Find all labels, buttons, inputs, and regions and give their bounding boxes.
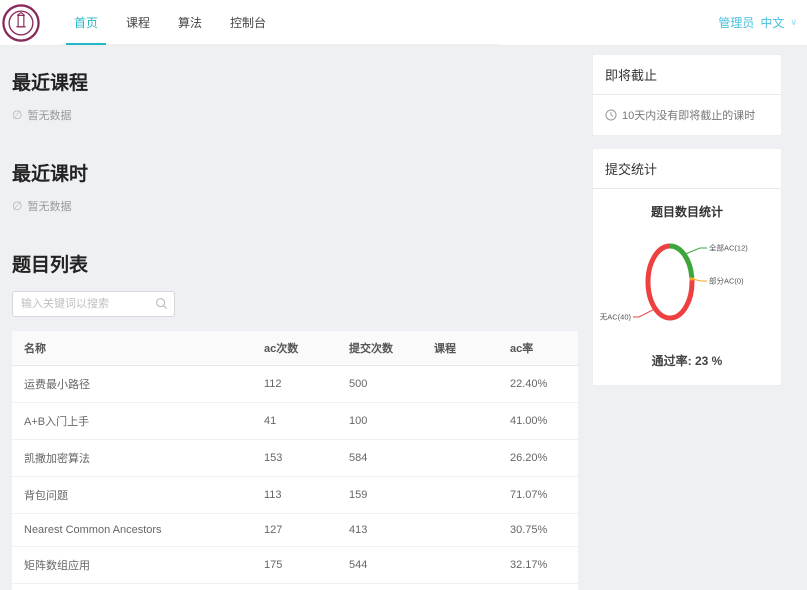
cell-ac-rate: 30.75% (498, 514, 578, 547)
tab-home[interactable]: 首页 (60, 0, 112, 44)
tab-console[interactable]: 控制台 (216, 0, 280, 44)
ac-donut-chart[interactable]: 全部AC(12) 部分AC(0) 无AC(40) (599, 224, 777, 346)
main-column: 最近课程 ∅ 暂无数据 最近课时 ∅ 暂无数据 题目列表 名称 (12, 54, 578, 590)
svg-text:◦: ◦ (10, 33, 11, 37)
main-nav-tabs: 首页 课程 算法 控制台 (60, 0, 500, 45)
search-icon[interactable] (155, 297, 168, 310)
table-row[interactable]: 运费最小路径 112 500 22.40% (12, 366, 578, 403)
pass-rate-text: 通过率: 23 % (599, 352, 775, 369)
slice-full-ac (670, 246, 692, 278)
cell-ac-rate: 32.17% (498, 547, 578, 584)
cell-problem-name[interactable]: Nearest Common Ancestors (12, 514, 252, 547)
deadline-empty-text: 10天内没有即将截止的课时 (622, 107, 755, 123)
svg-text:◦: ◦ (31, 12, 32, 16)
cell-problem-name[interactable]: 矩阵数组应用 (12, 547, 252, 584)
cell-course (422, 477, 498, 514)
empty-data-text: 暂无数据 (27, 198, 71, 214)
tab-algorithms[interactable]: 算法 (164, 0, 216, 44)
svg-text:◦: ◦ (30, 33, 31, 37)
cell-submit-count: 100 (337, 403, 422, 440)
cell-course (422, 584, 498, 590)
cell-ac-count: 153 (252, 440, 337, 477)
deadline-card: 即将截止 10天内没有即将截止的课时 (592, 54, 782, 136)
recent-courses-title: 最近课程 (12, 68, 578, 95)
chart-title: 题目数目统计 (599, 203, 775, 220)
cell-course (422, 547, 498, 584)
cell-problem-name[interactable]: 背包问题 (12, 477, 252, 514)
search-input[interactable] (12, 291, 175, 317)
empty-data-text: 暂无数据 (27, 107, 71, 123)
label-full-ac: 全部AC(12) (709, 243, 748, 253)
deadline-empty-state: 10天内没有即将截止的课时 (605, 107, 769, 123)
cell-ac-count: 155 (252, 584, 337, 590)
cell-submit-count: 159 (337, 477, 422, 514)
user-menu[interactable]: 管理员 中文 ∨ (718, 0, 797, 45)
problem-list-title: 题目列表 (12, 250, 578, 277)
cell-course (422, 514, 498, 547)
stats-card-title: 提交统计 (593, 149, 781, 189)
cell-ac-rate: 22.40% (498, 366, 578, 403)
cell-ac-rate: 41.00% (498, 403, 578, 440)
cell-course (422, 403, 498, 440)
cell-submit-count: 500 (337, 366, 422, 403)
svg-text:◦: ◦ (23, 36, 24, 40)
sidebar: 即将截止 10天内没有即将截止的课时 提交统计 题目数目统计 (592, 54, 782, 590)
col-submit-count: 提交次数 (337, 331, 422, 366)
cell-course (422, 366, 498, 403)
cell-course (422, 440, 498, 477)
table-row[interactable]: 背包问题 113 159 71.07% (12, 477, 578, 514)
empty-data-icon: ∅ (12, 108, 22, 122)
table-row[interactable]: 散列表应用 155 784 19.77% (12, 584, 578, 590)
cell-problem-name[interactable]: A+B入门上手 (12, 403, 252, 440)
cell-submit-count: 413 (337, 514, 422, 547)
submission-stats-card: 提交统计 题目数目统计 全部AC(12) 部分AC(0) 无AC( (592, 148, 782, 386)
table-row[interactable]: 凯撒加密算法 153 584 26.20% (12, 440, 578, 477)
cell-ac-count: 175 (252, 547, 337, 584)
language-label: 中文 (760, 14, 784, 31)
label-no-ac: 无AC(40) (600, 313, 632, 322)
svg-text:◦: ◦ (28, 8, 29, 12)
svg-text:◦: ◦ (22, 5, 23, 9)
deadline-card-title: 即将截止 (593, 55, 781, 95)
cell-ac-count: 127 (252, 514, 337, 547)
cell-submit-count: 544 (337, 547, 422, 584)
recent-courses-empty: ∅ 暂无数据 (12, 107, 578, 123)
university-seal-logo[interactable]: ◦◦◦ ◦◦ ◦◦◦◦ (2, 4, 40, 42)
cell-problem-name[interactable]: 运费最小路径 (12, 366, 252, 403)
svg-text:◦: ◦ (10, 8, 11, 12)
cell-submit-count: 584 (337, 440, 422, 477)
problem-table-body: 运费最小路径 112 500 22.40% A+B入门上手 41 100 41.… (12, 366, 578, 590)
cell-ac-rate: 26.20% (498, 440, 578, 477)
cell-ac-rate: 19.77% (498, 584, 578, 590)
col-ac-count: ac次数 (252, 331, 337, 366)
table-row[interactable]: A+B入门上手 41 100 41.00% (12, 403, 578, 440)
svg-text:◦: ◦ (16, 36, 17, 40)
cell-ac-count: 113 (252, 477, 337, 514)
cell-ac-count: 112 (252, 366, 337, 403)
problem-search (12, 291, 175, 317)
col-course: 课程 (422, 331, 498, 366)
cell-problem-name[interactable]: 凯撒加密算法 (12, 440, 252, 477)
user-role-label: 管理员 (718, 14, 754, 31)
svg-text:◦: ◦ (15, 6, 16, 10)
clock-icon (605, 109, 617, 121)
recent-lessons-title: 最近课时 (12, 159, 578, 186)
tab-courses[interactable]: 课程 (112, 0, 164, 44)
cell-ac-rate: 71.07% (498, 477, 578, 514)
label-partial-ac: 部分AC(0) (709, 276, 744, 286)
empty-data-icon: ∅ (12, 199, 22, 213)
chevron-down-icon: ∨ (790, 17, 797, 28)
recent-lessons-empty: ∅ 暂无数据 (12, 198, 578, 214)
cell-ac-count: 41 (252, 403, 337, 440)
col-name: 名称 (12, 331, 252, 366)
page-content: 最近课程 ∅ 暂无数据 最近课时 ∅ 暂无数据 题目列表 名称 (0, 46, 807, 590)
table-row[interactable]: Nearest Common Ancestors 127 413 30.75% (12, 514, 578, 547)
cell-problem-name[interactable]: 散列表应用 (12, 584, 252, 590)
table-header-row: 名称 ac次数 提交次数 课程 ac率 (12, 331, 578, 366)
problem-table: 名称 ac次数 提交次数 课程 ac率 运费最小路径 112 500 22.40… (12, 331, 578, 590)
table-row[interactable]: 矩阵数组应用 175 544 32.17% (12, 547, 578, 584)
cell-submit-count: 784 (337, 584, 422, 590)
top-nav-bar: ◦◦◦ ◦◦ ◦◦◦◦ 首页 课程 算法 控制台 管理员 中文 ∨ (0, 0, 807, 46)
col-ac-rate: ac率 (498, 331, 578, 366)
